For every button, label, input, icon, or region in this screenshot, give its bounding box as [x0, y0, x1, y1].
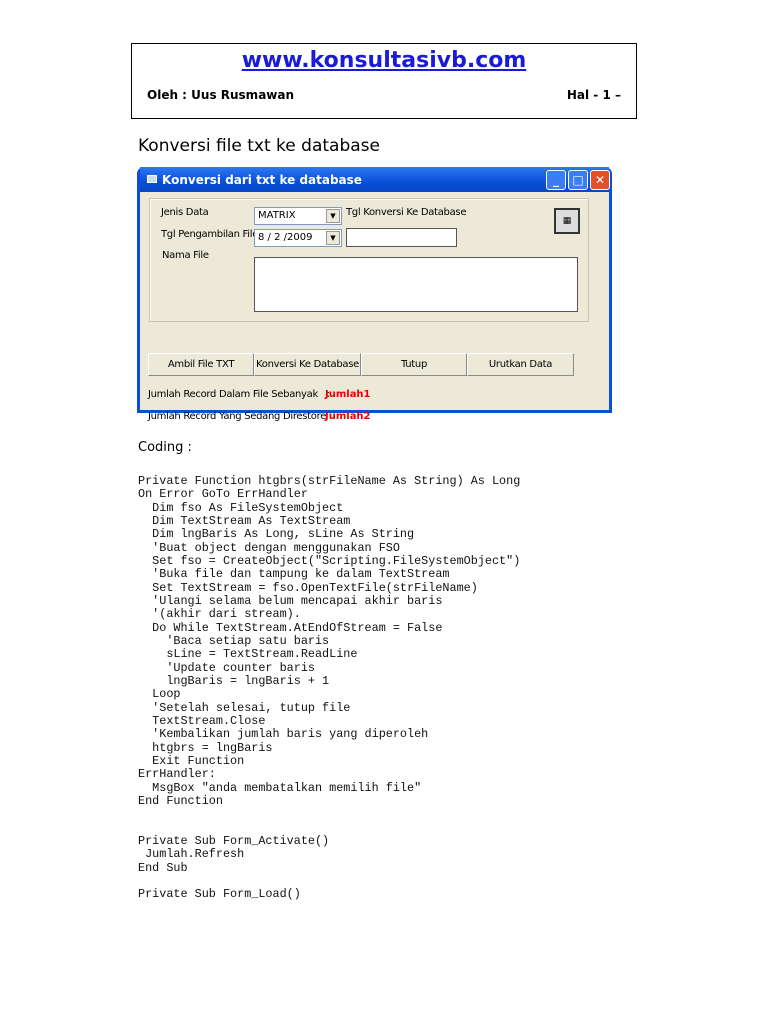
- code-line: TextStream.Close: [138, 713, 266, 728]
- code-line: ErrHandler:: [138, 767, 216, 782]
- jumlah1-label: Jumlah Record Dalam File Sebanyak :: [148, 389, 330, 400]
- code-line: 'Update counter baris: [138, 660, 315, 675]
- app-icon: [147, 175, 157, 183]
- jumlah1-value: Jumlah1: [325, 389, 371, 400]
- site-link[interactable]: www.konsultasivb.com: [132, 48, 636, 73]
- konversi-button[interactable]: Konversi Ke Database: [254, 353, 361, 376]
- tgl-pengambilan-value: 8 / 2 /2009: [258, 232, 313, 243]
- code-line: Exit Function: [138, 753, 245, 768]
- code-line: Set fso = CreateObject("Scripting.FileSy…: [138, 553, 521, 568]
- maximize-icon[interactable]: □: [568, 170, 588, 190]
- code-line: '(akhir dari stream).: [138, 607, 301, 622]
- code-line: Dim lngBaris As Long, sLine As String: [138, 527, 415, 542]
- code-line: Set TextStream = fso.OpenTextFile(strFil…: [138, 580, 478, 595]
- window-client: Jenis Data Tgl Pengambilan File Nama Fil…: [140, 192, 609, 422]
- author: Oleh : Uus Rusmawan: [147, 88, 295, 102]
- page-number: Hal - 1 –: [566, 88, 621, 102]
- tutup-button[interactable]: Tutup: [361, 353, 467, 376]
- tgl-pengambilan-label: Tgl Pengambilan File: [161, 229, 259, 240]
- code-line: Dim fso As FileSystemObject: [138, 500, 344, 515]
- code-line: 'Ulangi selama belum mencapai akhir bari…: [138, 593, 443, 608]
- code-line: Loop: [138, 687, 181, 702]
- code-line: On Error GoTo ErrHandler: [138, 487, 308, 502]
- window-title: Konversi dari txt ke database: [162, 173, 362, 187]
- code-line: Do While TextStream.AtEndOfStream = Fals…: [138, 620, 443, 635]
- code-line: 'Setelah selesai, tutup file: [138, 700, 351, 715]
- app-window: Konversi dari txt ke database _ □ ✕ Jeni…: [137, 167, 612, 422]
- jenis-data-select[interactable]: MATRIX ▼: [254, 207, 342, 225]
- urutkan-button[interactable]: Urutkan Data: [467, 353, 574, 376]
- code-line: Private Sub Form_Activate(): [138, 833, 330, 848]
- code-block: Private Function htgbrs(strFileName As S…: [138, 474, 521, 902]
- title-bar: Konversi dari txt ke database _ □ ✕: [140, 167, 610, 192]
- section-heading: Konversi file txt ke database: [138, 136, 380, 156]
- jenis-data-value: MATRIX: [258, 210, 296, 221]
- code-line: End Sub: [138, 860, 188, 875]
- calendar-icon: ▦: [562, 216, 572, 226]
- jumlah2-value: Jumlah2: [325, 411, 371, 422]
- chevron-down-icon[interactable]: ▼: [326, 231, 340, 245]
- nama-file-label: Nama File: [162, 250, 209, 261]
- code-line: Private Function htgbrs(strFileName As S…: [138, 474, 521, 488]
- code-line: Dim TextStream As TextStream: [138, 513, 351, 528]
- code-line: 'Kembalikan jumlah baris yang diperoleh: [138, 727, 429, 742]
- minimize-icon[interactable]: _: [546, 170, 566, 190]
- close-icon[interactable]: ✕: [590, 170, 610, 190]
- tgl-pengambilan-picker[interactable]: 8 / 2 /2009 ▼: [254, 229, 342, 247]
- calendar-button[interactable]: ▦: [554, 208, 580, 234]
- code-line: MsgBox "anda membatalkan memilih file": [138, 780, 422, 795]
- tgl-konversi-label: Tgl Konversi Ke Database: [346, 207, 467, 218]
- nama-file-input[interactable]: [254, 257, 578, 312]
- ambil-file-button[interactable]: Ambil File TXT: [148, 353, 254, 376]
- code-line: sLine = TextStream.ReadLine: [138, 647, 358, 662]
- code-line: Jumlah.Refresh: [138, 847, 245, 862]
- code-line: htgbrs = lngBaris: [138, 740, 273, 755]
- code-line: End Function: [138, 793, 223, 808]
- code-line: 'Buat object dengan menggunakan FSO: [138, 540, 400, 555]
- jenis-data-label: Jenis Data: [161, 207, 209, 218]
- code-line: lngBaris = lngBaris + 1: [138, 673, 330, 688]
- chevron-down-icon[interactable]: ▼: [326, 209, 340, 223]
- code-line: 'Baca setiap satu baris: [138, 633, 330, 648]
- tgl-konversi-input[interactable]: [346, 228, 457, 247]
- code-line: Private Sub Form_Load(): [138, 887, 301, 902]
- page-header: www.konsultasivb.com Oleh : Uus Rusmawan…: [131, 43, 637, 119]
- code-line: 'Buka file dan tampung ke dalam TextStre…: [138, 567, 450, 582]
- coding-label: Coding :: [138, 440, 192, 455]
- jumlah2-label: Jumlah Record Yang Sedang Direstore :: [148, 411, 333, 422]
